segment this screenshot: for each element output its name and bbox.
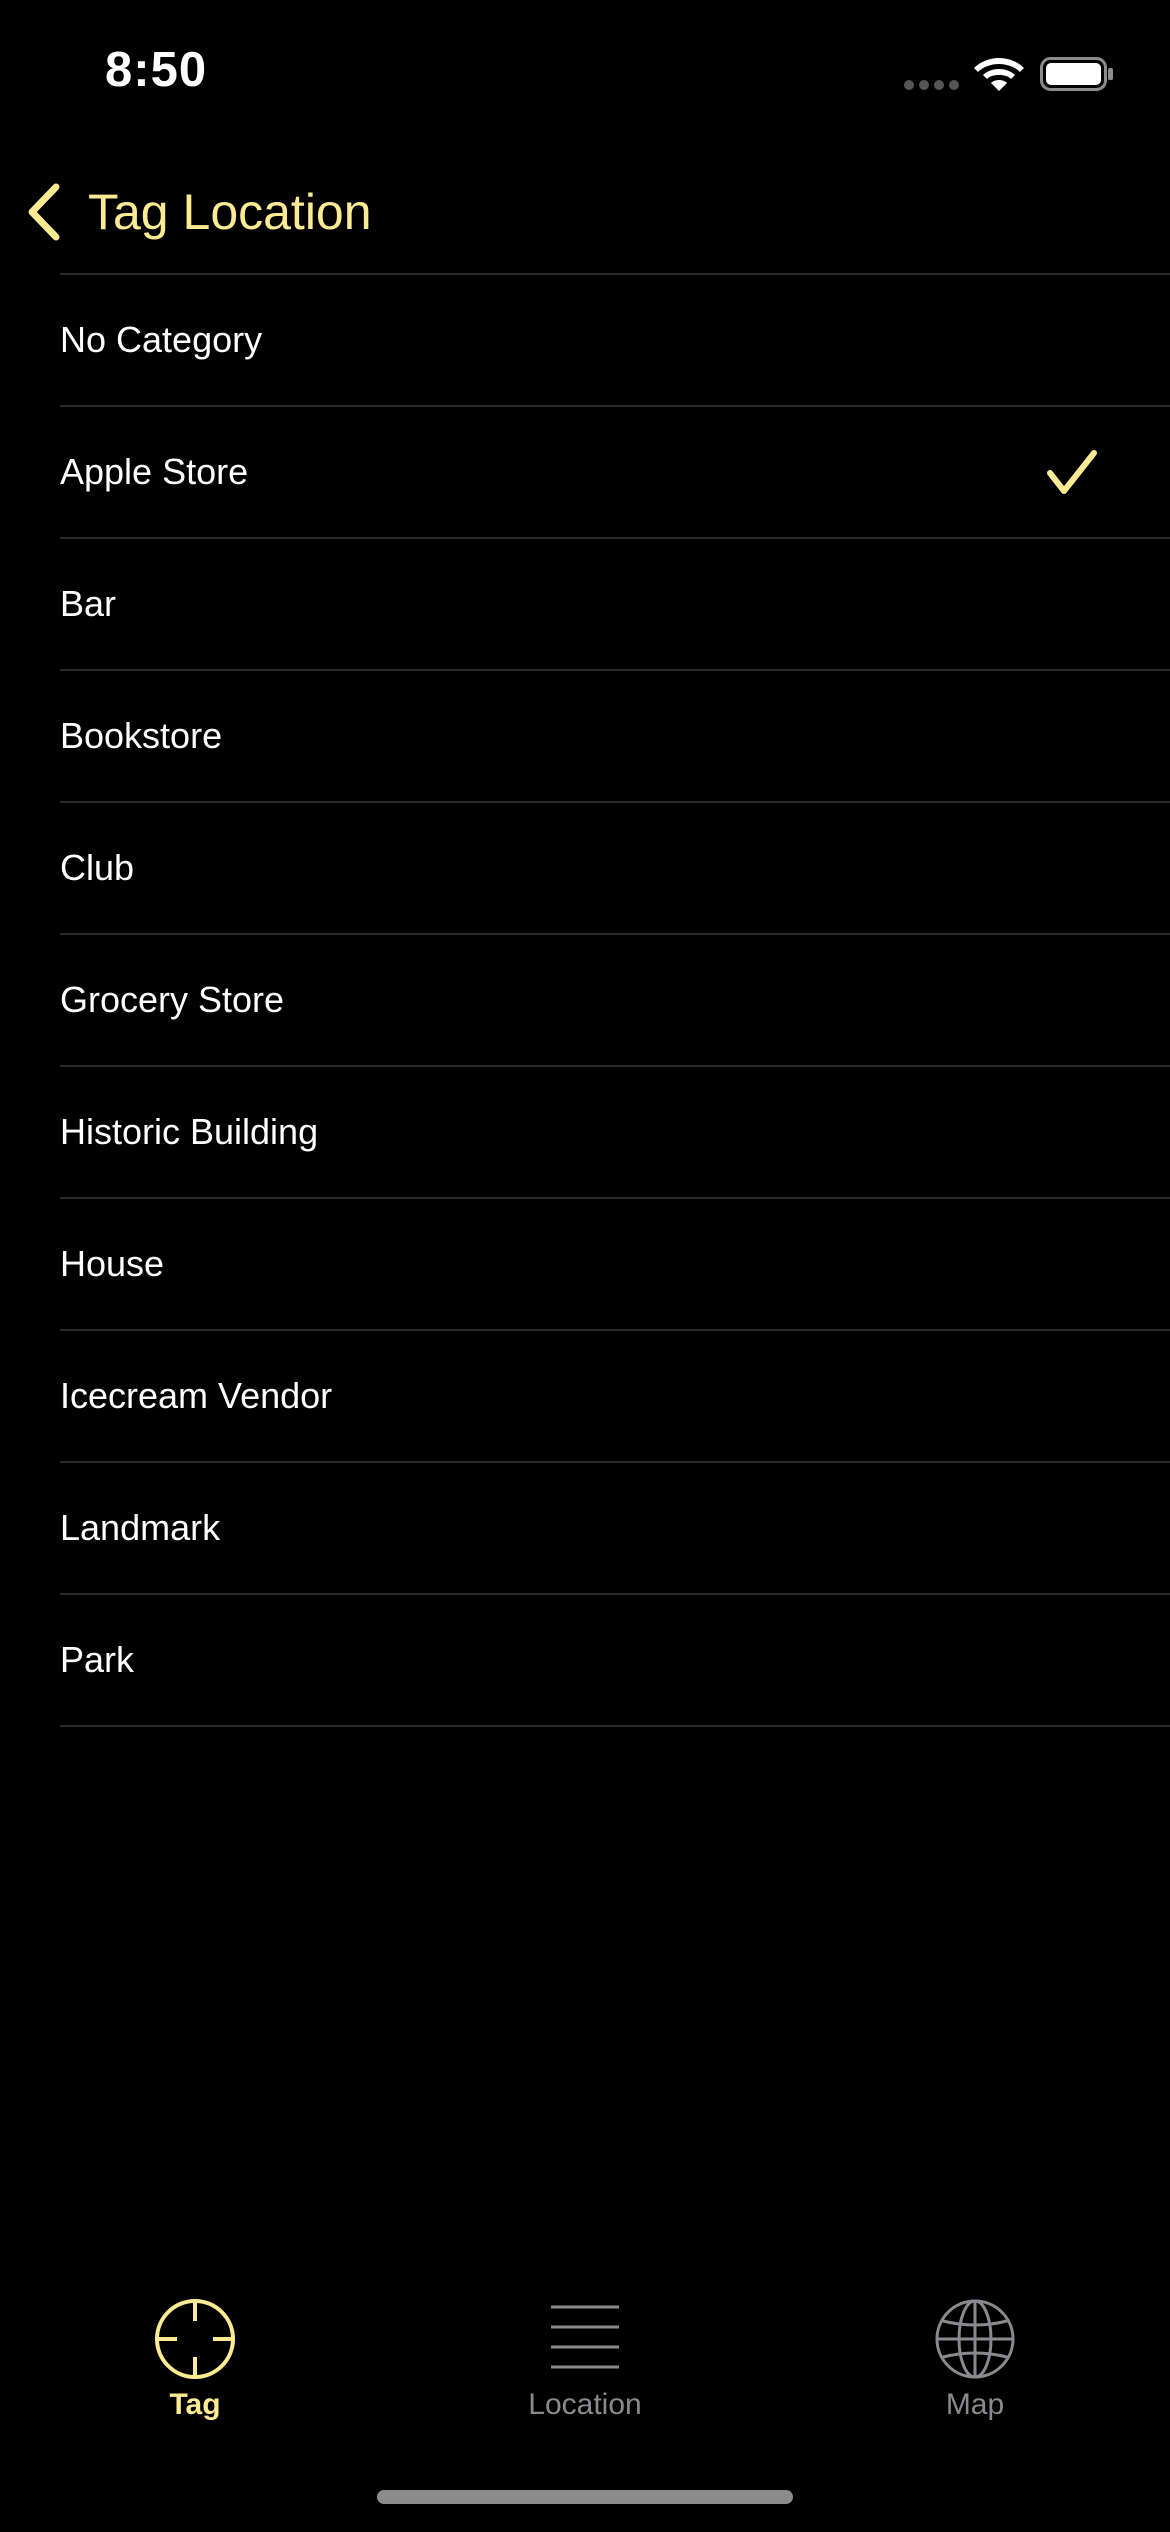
list-lines-icon xyxy=(551,2305,619,2369)
category-row-landmark[interactable]: Landmark xyxy=(60,1463,1170,1595)
cellular-signal-icon xyxy=(904,80,960,92)
category-label: Icecream Vendor xyxy=(60,1375,333,1416)
category-label: Club xyxy=(60,847,135,888)
globe-icon xyxy=(935,2299,1015,2379)
battery-icon xyxy=(1040,57,1113,91)
crosshair-icon xyxy=(155,2299,235,2379)
category-label: House xyxy=(60,1243,165,1284)
category-row-bar[interactable]: Bar xyxy=(60,539,1170,671)
category-list: No Category Apple Store Bar Bookstore Cl… xyxy=(0,275,1170,1727)
category-label: Park xyxy=(60,1639,135,1680)
category-label: Historic Building xyxy=(60,1111,319,1152)
wifi-icon xyxy=(974,58,1024,91)
category-row-icecream-vendor[interactable]: Icecream Vendor xyxy=(60,1331,1170,1463)
category-row-historic-building[interactable]: Historic Building xyxy=(60,1067,1170,1199)
category-label: Bar xyxy=(60,583,117,624)
status-time: 8:50 xyxy=(105,43,208,97)
category-label: Landmark xyxy=(60,1507,221,1548)
category-row-bookstore[interactable]: Bookstore xyxy=(60,671,1170,803)
navigation-bar: Tag Location xyxy=(0,150,1170,273)
tab-label: Tag xyxy=(169,2388,221,2421)
category-label: Bookstore xyxy=(60,715,223,756)
back-button[interactable]: Tag Location xyxy=(22,172,372,252)
category-row-grocery-store[interactable]: Grocery Store xyxy=(60,935,1170,1067)
page-title: Tag Location xyxy=(88,184,372,240)
home-indicator[interactable] xyxy=(377,2490,793,2504)
chevron-left-icon xyxy=(28,183,60,241)
tab-map[interactable]: Map xyxy=(780,2270,1170,2430)
tab-label: Location xyxy=(528,2388,642,2421)
category-row-club[interactable]: Club xyxy=(60,803,1170,935)
tab-bar: Tag Location Map xyxy=(0,2270,1170,2532)
category-label: No Category xyxy=(60,319,263,360)
category-label: Grocery Store xyxy=(60,979,285,1020)
category-row-no-category[interactable]: No Category xyxy=(60,275,1170,407)
category-label: Apple Store xyxy=(60,451,249,492)
checkmark-icon xyxy=(1047,450,1097,494)
tab-location[interactable]: Location xyxy=(390,2270,780,2430)
category-row-house[interactable]: House xyxy=(60,1199,1170,1331)
category-row-park[interactable]: Park xyxy=(60,1595,1170,1727)
category-row-apple-store[interactable]: Apple Store xyxy=(60,407,1170,539)
status-bar: 8:50 xyxy=(0,0,1170,150)
tab-tag[interactable]: Tag xyxy=(0,2270,390,2430)
tab-label: Map xyxy=(945,2388,1005,2421)
